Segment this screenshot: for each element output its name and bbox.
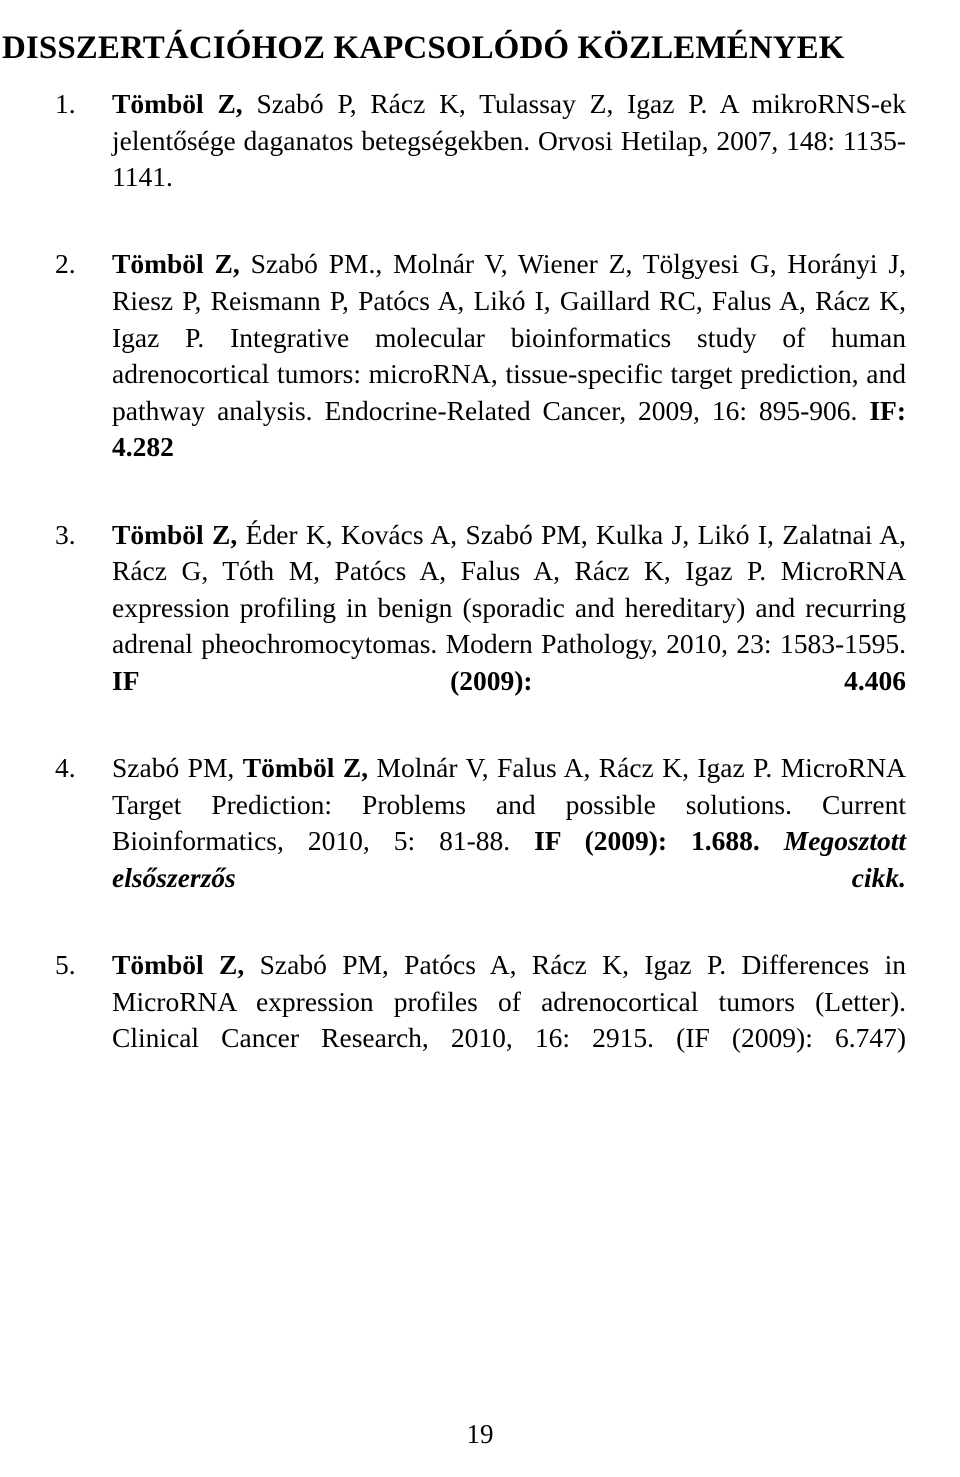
list-item-number: 1. xyxy=(55,88,76,119)
publication-source: Endocrine-Related Cancer, 2009, 16: 895-… xyxy=(312,394,858,426)
list-item-number: 3. xyxy=(55,518,76,550)
list-item: 2. Tömböl Z, Szabó PM., Molnár V, Wiener… xyxy=(0,246,960,502)
list-item-text: Tömböl Z, Szabó PM., Molnár V, Wiener Z,… xyxy=(112,246,906,502)
publication-source: Clinical Cancer Research, 2010, 16: 2915… xyxy=(112,1022,655,1054)
list-item: 4. Szabó PM, Tömböl Z, Molnár V, Falus A… xyxy=(0,750,960,933)
list-item-number: 5. xyxy=(55,949,76,981)
author-highlight: Tömböl Z, xyxy=(112,949,245,981)
impact-factor: (IF (2009): 6.747) xyxy=(676,1022,906,1054)
authors-rest: Szabó P, Rácz K, Tulassay Z, Igaz P. xyxy=(242,88,708,119)
page-number: 19 xyxy=(466,1419,494,1449)
list-item-number: 2. xyxy=(55,248,76,280)
list-item-number: 4. xyxy=(55,752,76,784)
impact-factor: IF (2009): 1.688. xyxy=(534,825,760,857)
author-highlight: Tömböl Z, xyxy=(112,248,240,280)
page-title: DISSZERTÁCIÓHOZ KAPCSOLÓDÓ KÖZLEMÉNYEK xyxy=(2,30,845,67)
list-item: 3. Tömböl Z, Éder K, Kovács A, Szabó PM,… xyxy=(0,517,960,737)
impact-factor: IF (2009): 4.406 xyxy=(112,664,906,696)
authors-rest: Molnár V, Falus A, Rácz K, Igaz P. xyxy=(368,752,773,784)
list-item-text: Tömböl Z, Szabó PM, Patócs A, Rácz K, Ig… xyxy=(112,947,906,1093)
publication-source: Modern Pathology, 2010, 23: 1583-1595. xyxy=(437,628,906,660)
authors-pre: Szabó PM, xyxy=(112,752,243,784)
list-item: 1. Tömböl Z, Szabó P, Rácz K, Tulassay Z… xyxy=(0,86,960,232)
list-item-text: Szabó PM, Tömböl Z, Molnár V, Falus A, R… xyxy=(112,750,906,933)
author-highlight: Tömböl Z, xyxy=(112,518,238,550)
list-item-text: Tömböl Z, Szabó P, Rácz K, Tulassay Z, I… xyxy=(112,86,906,232)
authors-rest: Szabó PM, Patócs A, Rácz K, Igaz P. xyxy=(244,949,727,981)
publication-list: 1. Tömböl Z, Szabó P, Rácz K, Tulassay Z… xyxy=(0,86,960,1093)
author-highlight: Tömböl Z, xyxy=(242,752,369,784)
author-highlight: Tömböl Z, xyxy=(112,88,243,119)
document-page: DISSZERTÁCIÓHOZ KAPCSOLÓDÓ KÖZLEMÉNYEK 1… xyxy=(0,0,960,1477)
list-item-text: Tömböl Z, Éder K, Kovács A, Szabó PM, Ku… xyxy=(112,517,906,737)
list-item: 5. Tömböl Z, Szabó PM, Patócs A, Rácz K,… xyxy=(0,947,960,1093)
